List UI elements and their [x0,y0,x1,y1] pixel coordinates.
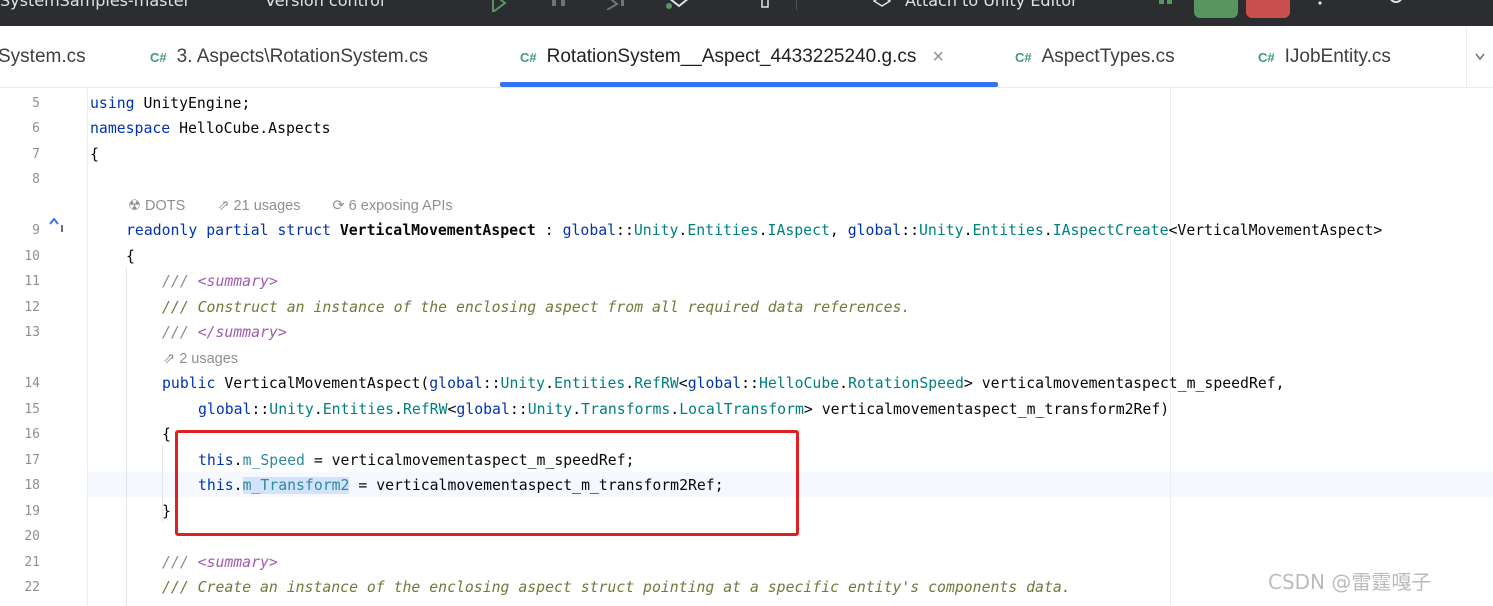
tab-rotation-system-aspect[interactable]: C# RotationSystem__Aspect_4433225240.g.c… [520,26,944,88]
layout-icon[interactable] [1157,0,1175,8]
tab-rotation-system[interactable]: C# 3. Aspects\RotationSystem.cs [150,26,428,88]
code-line-22: /// Create an instance of the enclosing … [162,579,1071,596]
line-number: 13 [24,325,40,340]
tab-label: AspectTypes.cs [1041,46,1175,67]
main-toolbar: SystemSamples-master Version control Att… [0,0,1493,26]
tab-ijobentity[interactable]: C# IJobEntity.cs [1258,26,1391,88]
line-number: 6 [32,121,40,136]
line-number: 16 [24,427,40,442]
usages-hint[interactable]: ⇗ 2 usages [163,351,252,367]
code-line-13: /// </summary> [162,324,287,341]
close-tab-icon[interactable]: × [932,46,944,69]
attach-unity-button[interactable]: Attach to Unity Editor [905,0,1078,10]
tab-label: IJobEntity.cs [1284,46,1391,67]
unity-icon[interactable] [873,0,891,10]
code-line-11: /// <summary> [162,273,278,290]
line-number: 10 [24,249,40,264]
code-line-7: { [90,146,99,163]
code-line-6: namespace HelloCube.Aspects [90,120,331,137]
code-line-9: readonly partial struct VerticalMovement… [126,222,1383,239]
implements-gutter-icon[interactable] [48,217,66,234]
line-number: 15 [24,402,40,417]
version-control-menu[interactable]: Version control [265,0,384,10]
indent-guide [126,268,127,606]
line-number: 18 [24,478,40,493]
search-icon[interactable] [1388,0,1406,6]
line-number: 11 [24,274,40,289]
tab-label: System.cs [0,46,86,67]
csharp-file-icon: C# [150,49,167,65]
more-vertical-icon[interactable] [1316,0,1324,6]
tab-label: RotationSystem__Aspect_4433225240.g.cs [546,46,917,67]
toolbar-separator [796,0,797,10]
gutter-divider [87,88,88,606]
line-number: 20 [24,529,40,544]
csharp-file-icon: C# [520,49,537,65]
code-line-21: /// <summary> [162,554,278,571]
usages-hint[interactable]: ⇗ 21 usages [217,198,314,214]
line-number: 22 [24,580,40,595]
line-number: 19 [24,504,40,519]
line-number: 8 [32,172,40,187]
debug-icon[interactable] [548,0,570,10]
highlight-annotation-box [175,430,799,536]
code-line-10: { [126,248,135,265]
code-line-14: public VerticalMovementAspect(global::Un… [162,375,1285,392]
watermark: CSDN @雷霆嘎子 [1268,570,1432,594]
code-line-16: { [162,426,171,443]
line-number: 17 [24,453,40,468]
run-icon[interactable] [488,0,510,12]
dots-hint[interactable]: ☢ DOTS [128,198,199,214]
step-icon[interactable] [605,0,631,10]
project-name[interactable]: SystemSamples-master [0,0,190,10]
editor-tabs: System.cs C# 3. Aspects\RotationSystem.c… [0,26,1493,88]
tab-aspect-types[interactable]: C# AspectTypes.cs [1015,26,1175,88]
active-tab-indicator [500,82,998,87]
exposing-apis-hint[interactable]: ⟳ 6 exposing APIs [332,198,466,214]
coverage-icon[interactable] [665,0,693,12]
code-vision-hints: ☢ DOTS ⇗ 21 usages ⟳ 6 exposing APIs [128,196,481,216]
line-number: 14 [24,376,40,391]
code-line-15: global::Unity.Entities.RefRW<global::Uni… [198,401,1170,418]
tab-system-cs[interactable]: System.cs [0,26,86,88]
code-editor[interactable]: 5 6 7 8 9 10 11 12 13 14 15 16 17 18 19 … [0,88,1493,606]
line-number: 21 [24,555,40,570]
csharp-file-icon: C# [1015,49,1032,65]
line-number: 9 [32,223,40,238]
tabs-dropdown-icon[interactable] [1466,26,1493,88]
code-line-5: using UnityEngine; [90,95,251,112]
device-icon[interactable] [760,0,770,8]
code-line-19: } [162,503,171,520]
right-margin-guide [1170,88,1171,606]
line-number: 5 [32,96,40,111]
code-vision-hints: ⇗ 2 usages [163,349,266,369]
tab-label: 3. Aspects\RotationSystem.cs [176,46,428,67]
code-line-12: /// Construct an instance of the enclosi… [162,299,911,316]
csharp-file-icon: C# [1258,49,1275,65]
stop-button[interactable] [1246,0,1290,18]
line-number: 7 [32,147,40,162]
line-number: 12 [24,300,40,315]
play-mode-button[interactable] [1194,0,1238,18]
